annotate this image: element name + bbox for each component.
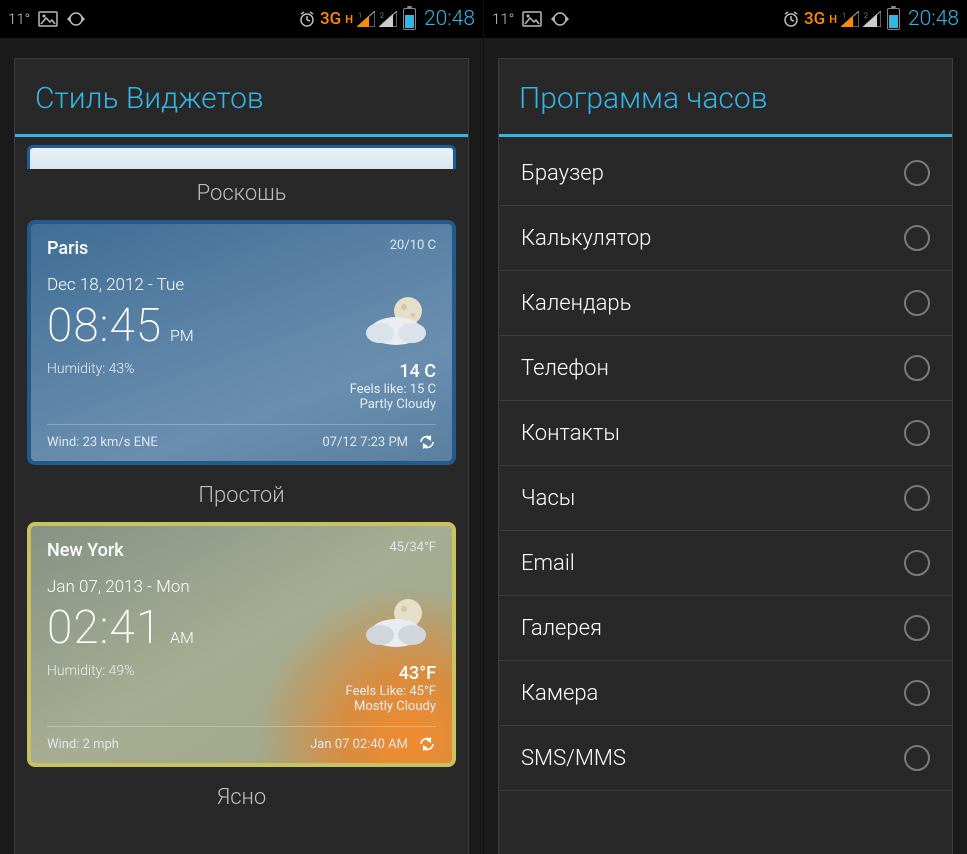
widget-style-dialog: Стиль Виджетов Роскошь Paris 20/10 C Dec…	[14, 58, 469, 854]
radio-icon[interactable]	[904, 225, 930, 251]
weather-icon	[358, 291, 436, 351]
status-clock: 20:48	[424, 7, 475, 31]
radio-icon[interactable]	[904, 355, 930, 381]
clock-app-dialog: Программа часов Браузер Калькулятор Кале…	[498, 58, 953, 854]
status-temp: 11°	[492, 10, 514, 28]
style-label-simple[interactable]: Простой	[15, 471, 468, 522]
app-label: Календарь	[521, 291, 631, 316]
radio-icon[interactable]	[904, 680, 930, 706]
svg-text:2: 2	[380, 12, 384, 20]
widget-temp: 43°F	[346, 663, 436, 684]
app-label: Калькулятор	[521, 226, 651, 251]
radio-icon[interactable]	[904, 550, 930, 576]
app-row-gallery[interactable]: Галерея	[499, 596, 952, 661]
widget-hilo: 45/34°F	[389, 540, 436, 555]
app-label: Email	[521, 551, 575, 576]
radio-icon[interactable]	[904, 485, 930, 511]
phone-left: 11° 3GH 1 2 20:48 Размер Шрифта Часов С	[0, 0, 483, 854]
status-temp: 11°	[8, 10, 30, 28]
widget-wind: Wind: 23 km/s ENE	[47, 435, 158, 450]
radio-icon[interactable]	[904, 160, 930, 186]
network-h: H	[829, 13, 837, 26]
style-label-clear[interactable]: Ясно	[15, 773, 468, 824]
app-label: Камера	[521, 681, 598, 706]
widget-style-scroll[interactable]: Роскошь Paris 20/10 C Dec 18, 2012 - Tue	[15, 137, 468, 854]
network-3g: 3G	[804, 9, 825, 29]
app-label: SMS/MMS	[521, 746, 626, 771]
widget-time: 02:41	[47, 601, 162, 655]
app-row-calculator[interactable]: Калькулятор	[499, 206, 952, 271]
widget-humidity: Humidity: 43%	[47, 361, 194, 377]
radio-icon[interactable]	[904, 745, 930, 771]
app-row-contacts[interactable]: Контакты	[499, 401, 952, 466]
alarm-icon	[298, 10, 316, 28]
style-label-luxury[interactable]: Роскошь	[15, 169, 468, 220]
widget-preview-paris[interactable]: Paris 20/10 C Dec 18, 2012 - Tue 08:45 P…	[27, 220, 456, 465]
app-label: Браузер	[521, 161, 604, 186]
signal-icon-sim1: 1	[841, 11, 859, 27]
widget-feels: Feels like: 15 C	[350, 382, 436, 397]
picture-icon	[38, 11, 58, 27]
refresh-icon[interactable]	[418, 735, 436, 753]
radio-icon[interactable]	[904, 615, 930, 641]
dialog-title: Стиль Виджетов	[15, 59, 468, 134]
widget-temp: 14 C	[350, 361, 436, 382]
widget-wind: Wind: 2 mph	[47, 737, 119, 752]
network-h: H	[345, 13, 353, 26]
widget-preview-peek[interactable]	[27, 145, 456, 169]
status-bar: 11° 3G H 1 2 20:48	[0, 0, 483, 38]
widget-time: 08:45	[47, 299, 162, 353]
app-row-sms[interactable]: SMS/MMS	[499, 726, 952, 791]
sync-icon	[66, 11, 86, 27]
alarm-icon	[782, 10, 800, 28]
app-row-browser[interactable]: Браузер	[499, 141, 952, 206]
sync-icon	[550, 11, 570, 27]
app-label: Контакты	[521, 421, 620, 446]
widget-condition: Mostly Cloudy	[346, 699, 436, 714]
widget-condition: Partly Cloudy	[350, 397, 436, 412]
widget-updated: 07/12 7:23 PM	[322, 435, 408, 450]
signal-icon-sim2: 2	[379, 11, 397, 27]
refresh-icon[interactable]	[418, 433, 436, 451]
widget-city: Paris	[47, 238, 88, 259]
app-list[interactable]: Браузер Калькулятор Календарь Телефон Ко…	[499, 137, 952, 791]
widget-feels: Feels Like: 45°F	[346, 684, 436, 699]
app-label: Часы	[521, 486, 575, 511]
widget-humidity: Humidity: 49%	[47, 663, 194, 679]
app-row-clock[interactable]: Часы	[499, 466, 952, 531]
battery-icon	[887, 8, 900, 30]
status-bar: 11° 3G H 1 2 20:48	[484, 0, 967, 38]
app-label: Телефон	[521, 356, 609, 381]
battery-icon	[403, 8, 416, 30]
svg-text:1: 1	[358, 12, 362, 20]
app-row-phone[interactable]: Телефон	[499, 336, 952, 401]
app-row-email[interactable]: Email	[499, 531, 952, 596]
picture-icon	[522, 11, 542, 27]
network-3g: 3G	[320, 9, 341, 29]
signal-icon-sim2: 2	[863, 11, 881, 27]
radio-icon[interactable]	[904, 420, 930, 446]
svg-text:2: 2	[864, 12, 868, 20]
widget-city: New York	[47, 540, 124, 561]
widget-ampm: AM	[170, 628, 194, 655]
widget-updated: Jan 07 02:40 AM	[310, 737, 408, 752]
radio-icon[interactable]	[904, 290, 930, 316]
svg-text:1: 1	[842, 12, 846, 20]
widget-hilo: 20/10 C	[390, 238, 436, 253]
app-label: Галерея	[521, 616, 602, 641]
signal-icon-sim1: 1	[357, 11, 375, 27]
phone-right: 11° 3G H 1 2 20:48 Программа часов	[484, 0, 967, 854]
app-row-calendar[interactable]: Календарь	[499, 271, 952, 336]
status-clock: 20:48	[908, 7, 959, 31]
dialog-title: Программа часов	[499, 59, 952, 134]
widget-ampm: PM	[170, 326, 194, 353]
weather-icon	[358, 593, 436, 653]
app-row-camera[interactable]: Камера	[499, 661, 952, 726]
widget-preview-newyork[interactable]: New York 45/34°F Jan 07, 2013 - Mon 02:4…	[27, 522, 456, 767]
